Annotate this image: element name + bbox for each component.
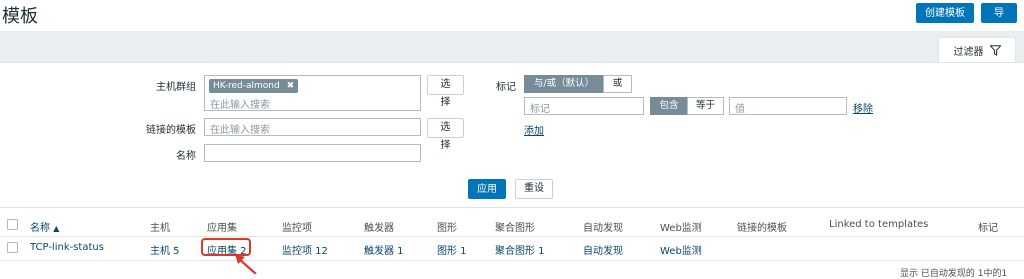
host-group-placeholder: 在此输入搜索 <box>210 100 270 111</box>
column-items: 监控项 <box>282 223 312 234</box>
items-link[interactable]: 监控项 12 <box>282 242 328 257</box>
footer-summary: 显示 已自动发现的 1中的1 <box>900 269 1008 279</box>
apply-button[interactable]: 应用 <box>468 179 506 199</box>
funnel-icon <box>989 45 1001 56</box>
host-group-chip: HK-red-almond ✖ <box>209 79 299 93</box>
column-linked-to-templates: Linked to templates <box>829 219 929 230</box>
page-title: 模板 <box>2 6 38 27</box>
host-group-label: 主机群组 <box>156 82 196 93</box>
tag-equals-option[interactable]: 等于 <box>687 97 724 115</box>
linked-templates-select-button[interactable]: 选择 <box>427 118 464 151</box>
column-tags: 标记 <box>978 223 998 234</box>
column-web: Web监测 <box>660 223 702 234</box>
triggers-link[interactable]: 触发器 1 <box>364 242 404 257</box>
tag-name-placeholder: 标记 <box>530 104 550 115</box>
linked-templates-placeholder: 在此输入搜索 <box>210 125 270 136</box>
name-label: 名称 <box>176 151 196 162</box>
remove-chip-icon[interactable]: ✖ <box>287 81 295 91</box>
host-group-multiselect[interactable]: HK-red-almond ✖ 在此输入搜索 <box>204 75 421 111</box>
filter-panel: 主机群组 HK-red-almond ✖ 在此输入搜索 选择 链接的模板 在此输… <box>0 62 1024 208</box>
graphs-link[interactable]: 图形 1 <box>437 242 467 257</box>
column-linked-templates: 链接的模板 <box>737 223 787 234</box>
column-applications: 应用集 <box>207 223 237 234</box>
linked-templates-label: 链接的模板 <box>146 125 196 136</box>
remove-tag-link[interactable]: 移除 <box>853 100 873 115</box>
tag-value-placeholder: 值 <box>735 104 745 115</box>
tags-and-or-option[interactable]: 与/或（默认） <box>524 75 604 93</box>
name-field[interactable] <box>204 144 421 162</box>
reset-button[interactable]: 重设 <box>515 179 553 199</box>
discovery-link[interactable]: 自动发现 <box>583 242 623 257</box>
filter-tab[interactable]: 过滤器 <box>938 37 1016 63</box>
column-name[interactable]: 名称 ▲ <box>30 219 59 234</box>
import-button[interactable]: 导入 <box>981 3 1017 39</box>
tag-contains-option[interactable]: 包含 <box>650 97 688 115</box>
column-triggers: 触发器 <box>364 223 394 234</box>
screens-link[interactable]: 聚合图形 1 <box>495 242 545 257</box>
tag-name-input[interactable]: 标记 <box>524 97 644 115</box>
filter-tab-label: 过滤器 <box>953 47 984 58</box>
create-template-button[interactable]: 创建模板 <box>916 3 974 23</box>
column-graphs: 图形 <box>437 223 457 234</box>
add-tag-link[interactable]: 添加 <box>524 122 544 137</box>
linked-templates-input[interactable]: 在此输入搜索 <box>204 118 421 136</box>
tags-or-option[interactable]: 或 <box>603 75 632 93</box>
row-checkbox[interactable] <box>7 242 18 253</box>
host-group-chip-label: HK-red-almond <box>213 81 280 91</box>
column-screens: 聚合图形 <box>495 223 535 234</box>
hosts-link[interactable]: 主机 5 <box>150 242 180 257</box>
host-group-select-button[interactable]: 选择 <box>427 75 464 108</box>
column-hosts: 主机 <box>150 223 170 234</box>
filter-bar <box>0 31 1024 62</box>
template-name-link[interactable]: TCP-link-status <box>30 242 104 253</box>
row-divider <box>0 260 1024 261</box>
sort-ascending-icon: ▲ <box>53 224 60 233</box>
web-link[interactable]: Web监测 <box>660 242 702 257</box>
tag-value-input[interactable]: 值 <box>729 97 847 115</box>
tags-label: 标记 <box>496 82 516 93</box>
select-all-checkbox[interactable] <box>7 219 18 230</box>
red-arrow-icon <box>235 254 257 274</box>
column-name-label: 名称 <box>30 223 50 234</box>
column-discovery: 自动发现 <box>583 223 623 234</box>
